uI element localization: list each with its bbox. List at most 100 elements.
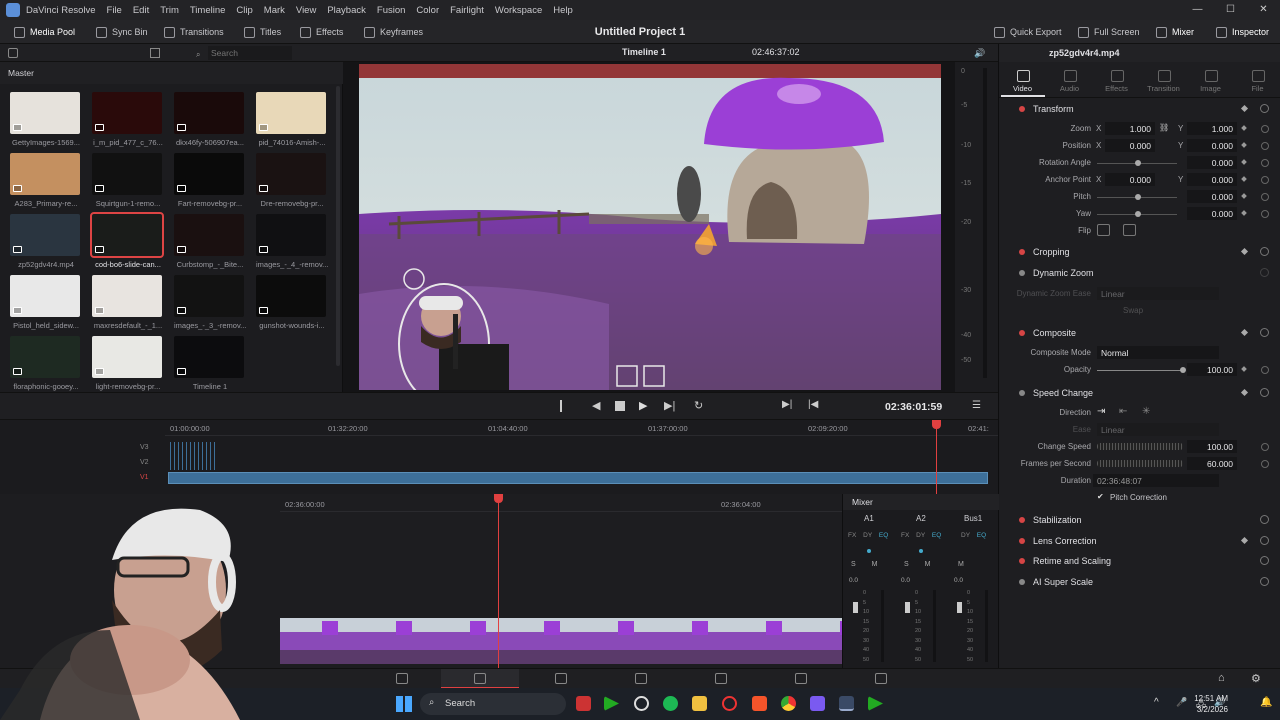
notifications-icon[interactable]: 🔔 — [1260, 697, 1272, 708]
lower-playhead-handle[interactable] — [494, 494, 503, 503]
media-clip-thumbnail[interactable]: images_-_4_-remov... — [256, 214, 328, 272]
chrome-icon[interactable] — [781, 696, 796, 711]
a2-solo-mute[interactable]: S M — [904, 561, 930, 568]
spotify-icon[interactable] — [663, 696, 678, 711]
keyframe-icon[interactable] — [1241, 210, 1247, 216]
speed-change-section[interactable]: Speed Change — [999, 383, 1280, 403]
menu-fusion[interactable]: Fusion — [377, 5, 406, 16]
menu-color[interactable]: Color — [416, 5, 439, 16]
keyframe-icon[interactable] — [1241, 125, 1247, 131]
enable-toggle[interactable] — [1019, 330, 1025, 336]
app-icon[interactable] — [576, 696, 591, 711]
keyframe-icon[interactable] — [1240, 328, 1249, 337]
media-clip-thumbnail[interactable]: GettyImages-1569... — [10, 92, 82, 150]
opacity-field[interactable]: 100.00 — [1187, 363, 1237, 376]
fps-scrubber[interactable] — [1097, 460, 1183, 467]
media-clip-thumbnail[interactable]: Fart-removebg-pr... — [174, 153, 246, 211]
yaw-field[interactable]: 0.000 — [1187, 207, 1237, 220]
cropping-section[interactable]: Cropping — [999, 242, 1280, 262]
tab-file[interactable]: File — [1236, 68, 1280, 97]
media-clip-thumbnail[interactable]: dkx46fy-506907ea... — [174, 92, 246, 150]
transitions-button[interactable]: Transitions — [164, 20, 224, 44]
tab-audio[interactable]: Audio — [1048, 68, 1092, 97]
media-clip-thumbnail[interactable]: Dre-removebg-pr... — [256, 153, 328, 211]
keyframe-icon[interactable] — [1241, 193, 1247, 199]
stop-icon[interactable] — [615, 401, 625, 411]
keyframe-icon[interactable] — [1240, 247, 1249, 256]
color-page-icon[interactable] — [715, 673, 727, 684]
reset-icon[interactable] — [1261, 460, 1269, 468]
media-clip-thumbnail[interactable]: Pistol_held_sidew... — [10, 275, 82, 333]
taskbar-search[interactable]: ⌕ Search — [420, 693, 566, 715]
media-player-icon[interactable] — [604, 696, 619, 711]
a2-pan-indicator[interactable] — [919, 549, 923, 553]
ease-dropdown[interactable]: Linear — [1097, 287, 1219, 300]
enable-toggle[interactable] — [1019, 249, 1025, 255]
reset-icon[interactable] — [1260, 577, 1269, 586]
go-to-start-icon[interactable] — [560, 400, 572, 412]
reset-icon[interactable] — [1261, 193, 1269, 201]
stabilization-section[interactable]: Stabilization — [999, 510, 1280, 530]
enable-toggle[interactable] — [1019, 390, 1025, 396]
menu-mark[interactable]: Mark — [264, 5, 285, 16]
keyframe-icon[interactable] — [1240, 536, 1249, 545]
flip-horizontal-icon[interactable] — [1097, 224, 1110, 236]
search-icon[interactable]: ⌕ — [196, 50, 200, 60]
keyframe-icon[interactable] — [1241, 142, 1247, 148]
reset-icon[interactable] — [1260, 268, 1269, 277]
media-clip-thumbnail[interactable]: cod-bo6-slide-can... — [90, 212, 164, 272]
anchor-x-field[interactable]: 0.000 — [1105, 173, 1155, 186]
keyframes-button[interactable]: Keyframes — [364, 20, 423, 44]
reset-icon[interactable] — [1260, 515, 1269, 524]
timeline-selector[interactable]: Timeline 1 — [622, 47, 666, 57]
reverse-icon[interactable]: ⇤ — [1119, 406, 1127, 417]
zoom-x-field[interactable]: 1.000 — [1105, 122, 1155, 135]
dynamic-zoom-section[interactable]: Dynamic Zoom — [999, 263, 1280, 283]
keyframe-icon[interactable] — [1241, 366, 1247, 372]
opera-icon[interactable] — [722, 696, 737, 711]
davinci-taskbar-icon[interactable] — [839, 696, 854, 711]
reset-icon[interactable] — [1260, 536, 1269, 545]
media-search-input[interactable] — [208, 46, 292, 60]
go-to-end-icon[interactable]: ▶| — [664, 399, 675, 412]
loop-icon[interactable]: ↻ — [694, 399, 703, 412]
zoom-y-field[interactable]: 1.000 — [1187, 122, 1237, 135]
enable-toggle[interactable] — [1019, 558, 1025, 564]
play-icon[interactable]: ▶ — [639, 399, 647, 412]
reset-icon[interactable] — [1260, 328, 1269, 337]
enable-toggle[interactable] — [1019, 538, 1025, 544]
a1-pan-indicator[interactable] — [867, 549, 871, 553]
swap-button[interactable]: Swap — [1123, 306, 1143, 315]
menu-fairlight[interactable]: Fairlight — [450, 5, 484, 16]
fps-field[interactable]: 60.000 — [1187, 457, 1237, 470]
pool-scrollbar[interactable] — [336, 86, 340, 366]
clip-cluster[interactable] — [170, 442, 215, 470]
play-reverse-icon[interactable]: ◀ — [592, 399, 600, 412]
grid-view-icon[interactable] — [150, 48, 160, 58]
viewer-menu-icon[interactable]: ☰ — [972, 400, 981, 411]
volume-icon[interactable]: 🔊 — [974, 48, 985, 59]
sync-bin-button[interactable]: Sync Bin — [96, 20, 148, 44]
titles-button[interactable]: Titles — [244, 20, 281, 44]
a2-fader[interactable] — [905, 602, 910, 613]
next-edit-icon[interactable]: ▶| — [782, 399, 792, 410]
a1-fader[interactable] — [853, 602, 858, 613]
forward-icon[interactable]: ⇥ — [1097, 406, 1105, 417]
retime-section[interactable]: Retime and Scaling — [999, 551, 1280, 571]
keyframe-icon[interactable] — [1240, 388, 1249, 397]
flip-vertical-icon[interactable] — [1123, 224, 1136, 236]
pitch-slider-knob[interactable] — [1135, 194, 1141, 200]
tab-effects[interactable]: Effects — [1095, 68, 1139, 97]
enable-toggle[interactable] — [1019, 517, 1025, 523]
position-x-field[interactable]: 0.000 — [1105, 139, 1155, 152]
reset-icon[interactable] — [1261, 443, 1269, 451]
menu-trim[interactable]: Trim — [160, 5, 179, 16]
media-clip-thumbnail[interactable]: Timeline 1 — [174, 336, 246, 394]
menu-workspace[interactable]: Workspace — [495, 5, 542, 16]
a2-fx-row[interactable]: FX DY EQ — [901, 532, 941, 539]
fusion-page-icon[interactable] — [635, 673, 647, 684]
app-play-icon[interactable] — [868, 696, 883, 711]
fairlight-page-icon[interactable] — [795, 673, 807, 684]
menu-view[interactable]: View — [296, 5, 316, 16]
media-clip-thumbnail[interactable]: A283_Primary-re... — [10, 153, 82, 211]
